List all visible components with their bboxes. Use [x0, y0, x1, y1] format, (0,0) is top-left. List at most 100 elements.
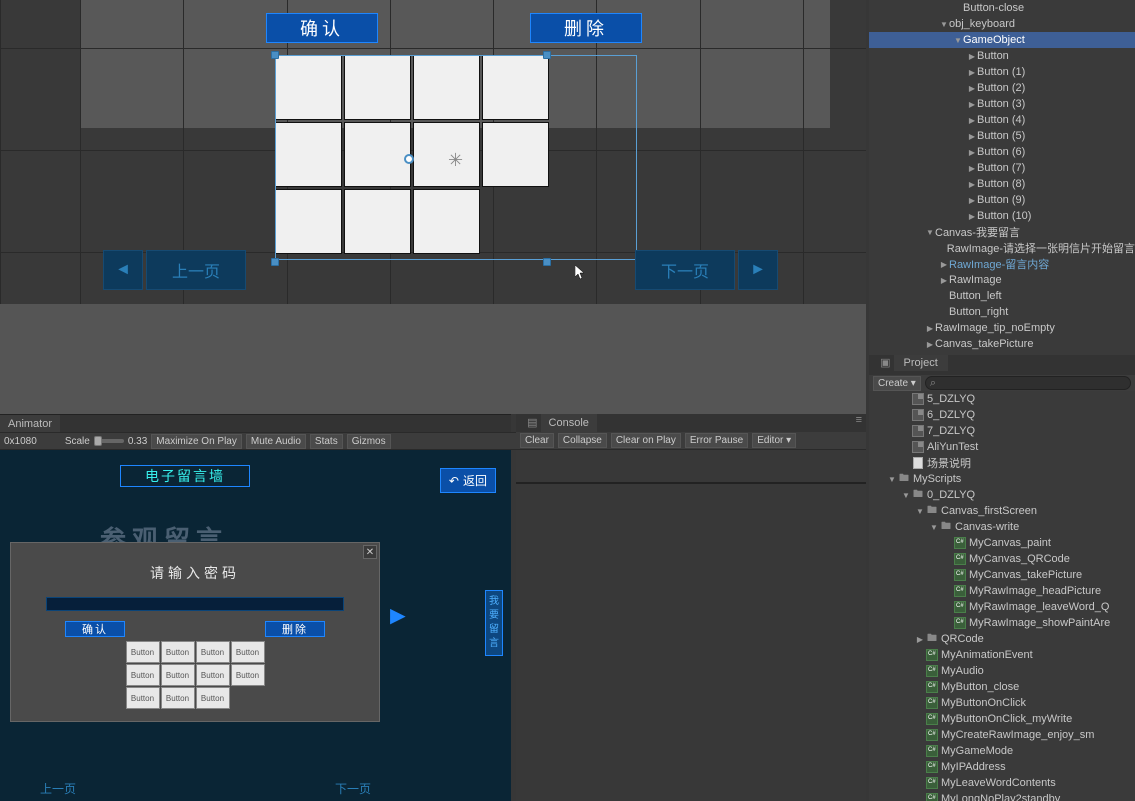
expand-icon[interactable]: ▼	[901, 491, 911, 500]
dialog-delete-button[interactable]: 删除	[265, 621, 325, 637]
project-item[interactable]: MyRawImage_showPaintAre	[869, 615, 1135, 631]
hierarchy-item[interactable]: ▶RawImage-留言内容	[869, 256, 1135, 272]
mute-audio-button[interactable]: Mute Audio	[246, 434, 306, 449]
project-panel[interactable]: 5_DZLYQ6_DZLYQ7_DZLYQAliYunTest场景说明▼🖿MyS…	[869, 391, 1135, 801]
hierarchy-item[interactable]: Button_right	[869, 304, 1135, 320]
error-pause-button[interactable]: Error Pause	[685, 433, 748, 448]
game-next-button[interactable]: 下一页	[335, 780, 371, 797]
hierarchy-item[interactable]: ▶Button (7)	[869, 160, 1135, 176]
project-item[interactable]: MyIPAddress	[869, 759, 1135, 775]
expand-icon[interactable]: ▶	[967, 212, 977, 221]
keyboard-key[interactable]: Button	[196, 664, 230, 686]
hierarchy-item[interactable]: ▶Button (10)	[869, 208, 1135, 224]
keyboard-key[interactable]: Button	[196, 687, 230, 709]
expand-icon[interactable]: ▼	[929, 523, 939, 532]
project-item[interactable]: MyAnimationEvent	[869, 647, 1135, 663]
hierarchy-item[interactable]: ▶RawImage_tip_noEmpty	[869, 320, 1135, 336]
project-item[interactable]: ▼🖿0_DZLYQ	[869, 487, 1135, 503]
project-item[interactable]: MyAudio	[869, 663, 1135, 679]
dialog-confirm-button[interactable]: 确认	[65, 621, 125, 637]
project-item[interactable]: MyGameMode	[869, 743, 1135, 759]
project-item[interactable]: 5_DZLYQ	[869, 391, 1135, 407]
hierarchy-item[interactable]: ▼obj_keyboard	[869, 16, 1135, 32]
side-tab-write[interactable]: 我要留言	[485, 590, 503, 656]
hierarchy-item[interactable]: ▶Button (4)	[869, 112, 1135, 128]
project-item[interactable]: 7_DZLYQ	[869, 423, 1135, 439]
hierarchy-item[interactable]: ▶Button (6)	[869, 144, 1135, 160]
back-button[interactable]: ↶ 返回	[440, 468, 496, 493]
hierarchy-panel[interactable]: Button-close▼obj_keyboard▼GameObject▶But…	[869, 0, 1135, 355]
arrow-right-icon[interactable]: ►	[385, 600, 411, 631]
project-item[interactable]: MyButtonOnClick	[869, 695, 1135, 711]
hierarchy-item[interactable]: ▶Button (1)	[869, 64, 1135, 80]
project-item[interactable]: ▼🖿MyScripts	[869, 471, 1135, 487]
expand-icon[interactable]: ▶	[939, 276, 949, 285]
password-input[interactable]	[46, 597, 344, 611]
project-item[interactable]: MyRawImage_headPicture	[869, 583, 1135, 599]
scale-slider[interactable]	[94, 439, 124, 443]
expand-icon[interactable]: ▶	[967, 180, 977, 189]
project-item[interactable]: ▶🖿QRCode	[869, 631, 1135, 647]
expand-icon[interactable]: ▶	[915, 635, 925, 644]
tab-console[interactable]: Console	[541, 414, 597, 432]
create-dropdown[interactable]: Create ▾	[873, 376, 921, 391]
game-view[interactable]: 电子留言墙 ↶ 返回 参观留言 ◄ ► 我要留言 ✕ 请输入密码 确认 删除 B…	[0, 450, 511, 801]
hierarchy-item[interactable]: ▶Button (8)	[869, 176, 1135, 192]
expand-icon[interactable]: ▶	[967, 196, 977, 205]
expand-icon[interactable]: ▶	[967, 84, 977, 93]
scene-view[interactable]: 确认 删除 ✳ ◄ 上一页 下一页 ►	[0, 0, 866, 304]
maximize-on-play-button[interactable]: Maximize On Play	[151, 434, 242, 449]
delete-button[interactable]: 删除	[530, 13, 642, 43]
selection-handle-bl[interactable]	[271, 258, 279, 266]
keyboard-key[interactable]: Button	[196, 641, 230, 663]
expand-icon[interactable]: ▶	[967, 100, 977, 109]
project-item[interactable]: MyButtonOnClick_myWrite	[869, 711, 1135, 727]
project-item[interactable]: AliYunTest	[869, 439, 1135, 455]
project-item[interactable]: MyCreateRawImage_enjoy_sm	[869, 727, 1135, 743]
project-item[interactable]: ▼🖿Canvas-write	[869, 519, 1135, 535]
hierarchy-item[interactable]: ▶Button	[869, 48, 1135, 64]
selection-handle-bc[interactable]	[543, 258, 551, 266]
expand-icon[interactable]: ▶	[925, 324, 935, 333]
project-item[interactable]: MyCanvas_QRCode	[869, 551, 1135, 567]
expand-icon[interactable]: ▼	[939, 20, 949, 29]
project-item[interactable]: 场景说明	[869, 455, 1135, 471]
editor-dropdown[interactable]: Editor ▾	[752, 433, 796, 448]
search-input[interactable]: ⌕	[925, 376, 1131, 390]
stats-button[interactable]: Stats	[310, 434, 343, 449]
keyboard-key[interactable]: Button	[126, 664, 160, 686]
console-body[interactable]	[516, 450, 866, 801]
project-item[interactable]: 6_DZLYQ	[869, 407, 1135, 423]
expand-icon[interactable]: ▼	[953, 36, 963, 45]
keyboard-key[interactable]: Button	[126, 687, 160, 709]
project-item[interactable]: MyRawImage_leaveWord_Q	[869, 599, 1135, 615]
confirm-button[interactable]: 确认	[266, 13, 378, 43]
next-page-nav[interactable]: 下一页 ►	[635, 250, 778, 290]
project-item[interactable]: ▼🖿Canvas_firstScreen	[869, 503, 1135, 519]
keyboard-key[interactable]: Button	[161, 664, 195, 686]
keyboard-key[interactable]: Button	[126, 641, 160, 663]
keyboard-key[interactable]: Button	[161, 641, 195, 663]
project-item[interactable]: MyLongNoPlay2standby	[869, 791, 1135, 801]
hierarchy-item[interactable]: Button_left	[869, 288, 1135, 304]
expand-icon[interactable]: ▶	[939, 260, 949, 269]
expand-icon[interactable]: ▶	[967, 116, 977, 125]
clear-button[interactable]: Clear	[520, 433, 554, 448]
selection-handle-tc[interactable]	[543, 51, 551, 59]
hierarchy-item[interactable]: ▶Button (2)	[869, 80, 1135, 96]
expand-icon[interactable]: ▼	[887, 475, 897, 484]
expand-icon[interactable]: ▼	[925, 228, 935, 237]
keyboard-key[interactable]: Button	[231, 641, 265, 663]
pivot-icon[interactable]	[404, 154, 414, 164]
project-item[interactable]: MyCanvas_paint	[869, 535, 1135, 551]
hierarchy-item[interactable]: ▶RawImage	[869, 272, 1135, 288]
clear-on-play-button[interactable]: Clear on Play	[611, 433, 681, 448]
gizmos-button[interactable]: Gizmos	[347, 434, 391, 449]
expand-icon[interactable]: ▶	[967, 148, 977, 157]
expand-icon[interactable]: ▶	[967, 164, 977, 173]
hierarchy-item[interactable]: Button-close	[869, 0, 1135, 16]
hierarchy-item[interactable]: RawImage-请选择一张明信片开始留言	[869, 240, 1135, 256]
prev-page-nav[interactable]: ◄ 上一页	[103, 250, 246, 290]
close-button[interactable]: ✕	[363, 545, 377, 559]
project-item[interactable]: MyButton_close	[869, 679, 1135, 695]
